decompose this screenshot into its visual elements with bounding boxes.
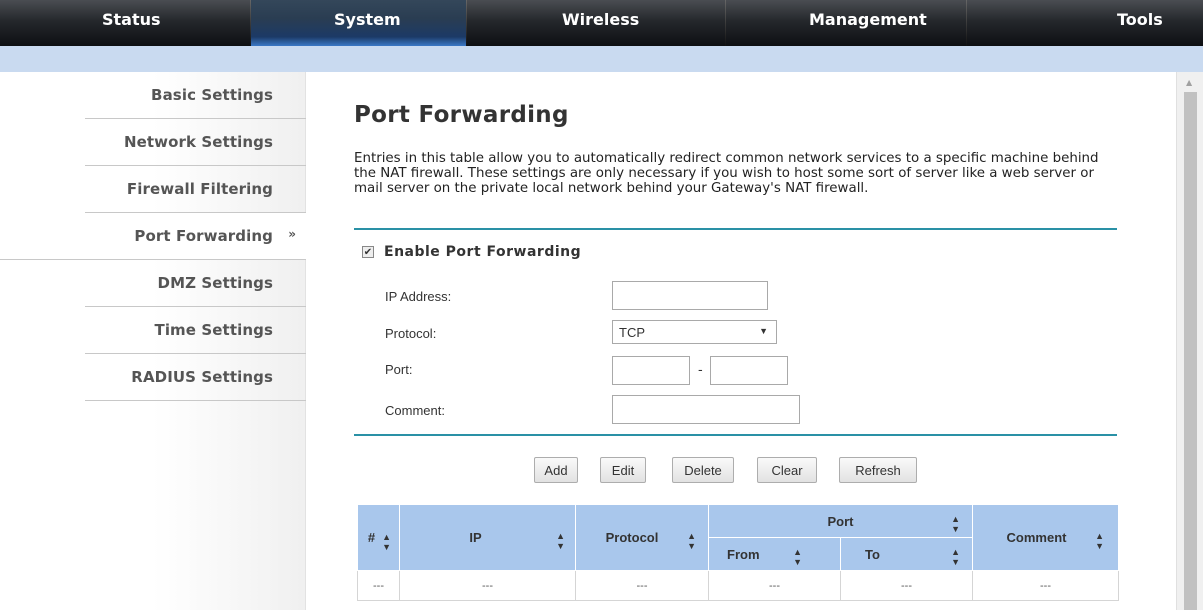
refresh-button[interactable]: Refresh xyxy=(839,457,917,483)
port-from-input[interactable] xyxy=(612,356,690,385)
table-row[interactable]: --- --- --- --- --- --- xyxy=(357,570,1119,601)
enable-port-forwarding-row: ✔ Enable Port Forwarding xyxy=(362,244,581,260)
ip-address-label: IP Address: xyxy=(385,289,452,304)
ip-address-input[interactable] xyxy=(612,281,768,310)
clear-button[interactable]: Clear xyxy=(757,457,817,483)
sub-nav-strip xyxy=(0,46,1203,72)
tab-system[interactable]: System xyxy=(251,0,466,46)
sort-arrows-icon: ▲ ▼ xyxy=(556,531,565,551)
cell-to: --- xyxy=(840,570,973,601)
col-header-ip[interactable]: IP ▲ ▼ xyxy=(399,504,576,571)
scroll-up-icon[interactable]: ▲ xyxy=(1186,78,1192,87)
comment-label: Comment: xyxy=(385,403,445,418)
edit-button[interactable]: Edit xyxy=(600,457,646,483)
cell-comment: --- xyxy=(972,570,1119,601)
sidebar-item-dmz-settings[interactable]: DMZ Settings xyxy=(85,260,306,307)
col-header-num-label: # xyxy=(367,530,376,545)
add-button[interactable]: Add xyxy=(534,457,578,483)
protocol-label: Protocol: xyxy=(385,326,437,341)
sidebar-item-label: Port Forwarding xyxy=(134,227,273,245)
sidebar-item-label: Firewall Filtering xyxy=(126,180,273,198)
sort-arrows-icon: ▲ ▼ xyxy=(951,547,960,567)
sidebar-item-label: Time Settings xyxy=(154,321,273,339)
sidebar-item-time-settings[interactable]: Time Settings xyxy=(85,307,306,354)
main-content: Port Forwarding Entries in this table al… xyxy=(306,72,1176,610)
sidebar: Basic Settings Network Settings Firewall… xyxy=(0,72,306,610)
sidebar-item-basic-settings[interactable]: Basic Settings xyxy=(85,72,306,119)
col-header-protocol[interactable]: Protocol ▲ ▼ xyxy=(575,504,709,571)
delete-button[interactable]: Delete xyxy=(672,457,734,483)
col-header-to[interactable]: To ▲ ▼ xyxy=(840,537,973,571)
tab-management[interactable]: Management xyxy=(726,0,966,46)
enable-port-forwarding-label: Enable Port Forwarding xyxy=(384,244,582,260)
protocol-select[interactable]: TCP ▼ xyxy=(612,320,777,344)
page-title: Port Forwarding xyxy=(354,102,569,128)
comment-input[interactable] xyxy=(612,395,800,424)
sidebar-item-label: Network Settings xyxy=(123,133,273,151)
sidebar-item-label: DMZ Settings xyxy=(157,274,273,292)
sort-arrows-icon: ▲ ▼ xyxy=(793,547,802,567)
tab-system-label: System xyxy=(334,10,401,29)
cell-ip: --- xyxy=(399,570,576,601)
sidebar-item-firewall-filtering[interactable]: Firewall Filtering xyxy=(85,166,306,213)
tab-tools-label: Tools xyxy=(1117,10,1163,29)
port-range-separator: - xyxy=(698,363,703,378)
sort-arrows-icon: ▲ ▼ xyxy=(687,531,696,551)
col-header-from[interactable]: From ▲ ▼ xyxy=(708,537,841,571)
col-header-to-label: To xyxy=(865,546,880,562)
section-divider xyxy=(354,228,1117,230)
sidebar-item-label: Basic Settings xyxy=(151,86,273,104)
col-header-port-label: Port xyxy=(827,513,854,529)
cell-num: --- xyxy=(357,570,400,601)
col-header-comment-label: Comment xyxy=(1006,530,1067,545)
sort-arrows-icon: ▲ ▼ xyxy=(382,532,391,552)
sidebar-item-port-forwarding[interactable]: Port Forwarding » xyxy=(0,213,306,260)
tab-tools[interactable]: Tools xyxy=(967,0,1202,46)
sort-arrows-icon: ▲ ▼ xyxy=(951,514,960,534)
enable-port-forwarding-checkbox[interactable]: ✔ xyxy=(362,246,374,258)
section-divider xyxy=(354,434,1117,436)
tab-wireless[interactable]: Wireless xyxy=(467,0,725,46)
sidebar-item-label: RADIUS Settings xyxy=(131,368,273,386)
sidebar-item-network-settings[interactable]: Network Settings xyxy=(85,119,306,166)
col-header-num[interactable]: # ▲ ▼ xyxy=(357,504,400,571)
scrollbar-thumb[interactable] xyxy=(1184,92,1197,610)
top-nav: Status System Wireless Management Tools xyxy=(0,0,1203,46)
cell-from: --- xyxy=(708,570,841,601)
port-forwarding-table: # ▲ ▼ IP ▲ ▼ Protocol ▲ ▼ Port ▲ ▼ Comment ▲… xyxy=(357,504,1119,601)
tab-wireless-label: Wireless xyxy=(562,10,640,29)
col-header-port[interactable]: Port ▲ ▼ xyxy=(708,504,973,538)
col-header-comment[interactable]: Comment ▲ ▼ xyxy=(972,504,1119,571)
col-header-ip-label: IP xyxy=(469,530,482,545)
port-to-input[interactable] xyxy=(710,356,788,385)
tab-status[interactable]: Status xyxy=(0,0,250,46)
col-header-from-label: From xyxy=(727,546,760,562)
cell-protocol: --- xyxy=(575,570,709,601)
active-indicator-icon: » xyxy=(288,227,296,241)
col-header-protocol-label: Protocol xyxy=(605,530,659,545)
chevron-down-icon: ▼ xyxy=(759,326,768,336)
tab-management-label: Management xyxy=(809,10,927,29)
vertical-scrollbar[interactable]: ▲ xyxy=(1176,72,1203,610)
protocol-value: TCP xyxy=(619,324,645,340)
sort-arrows-icon: ▲ ▼ xyxy=(1095,531,1104,551)
sidebar-item-radius-settings[interactable]: RADIUS Settings xyxy=(85,354,306,401)
page-description: Entries in this table allow you to autom… xyxy=(354,151,1099,196)
port-label: Port: xyxy=(385,362,413,377)
tab-status-label: Status xyxy=(102,10,161,29)
